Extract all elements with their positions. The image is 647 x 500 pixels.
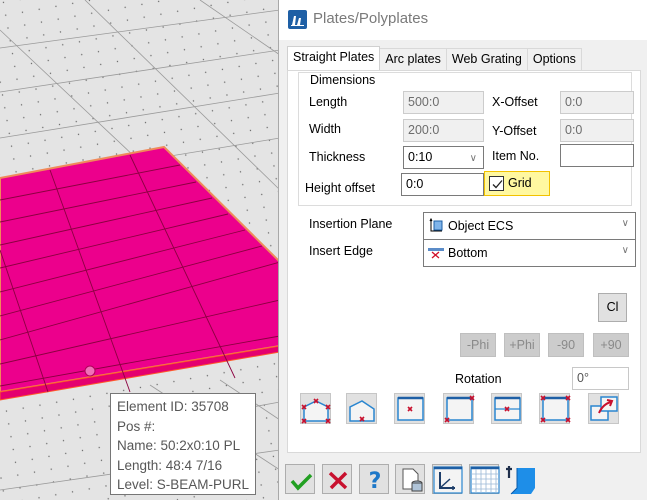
width-label: Width (309, 122, 341, 136)
thickness-dropdown[interactable]: 0:10 ∨ (403, 146, 484, 169)
polygon-all-points-icon (301, 398, 331, 424)
tooltip-element-id: Element ID: 35708 (117, 399, 229, 414)
grip-point (84, 365, 96, 377)
dialog-titlebar[interactable]: Plates/Polyplates (279, 0, 647, 40)
database-button[interactable] (395, 464, 425, 494)
model-viewport[interactable]: Element ID: 35708 Pos #: Name: 50:2x0:10… (0, 0, 280, 500)
insertion-plane-dropdown[interactable]: Object ECS ∨ (423, 212, 636, 240)
insert-edge-value: Bottom (448, 246, 488, 260)
insertion-plane-label: Insertion Plane (309, 217, 393, 231)
four-corners-icon (540, 395, 571, 423)
thickness-label: Thickness (309, 150, 366, 164)
svg-text:?: ? (369, 469, 382, 494)
minus-phi-button[interactable]: -Phi (460, 333, 496, 357)
polygon-bottom-point-icon (349, 400, 375, 422)
straight-plates-panel: Dimensions Length 500:0 Width 200:0 Thic… (287, 70, 641, 453)
width-field[interactable]: 200:0 (403, 119, 484, 142)
dimensions-legend: Dimensions (307, 73, 379, 87)
insert-centerline-button[interactable] (491, 393, 522, 424)
plates-dialog: Plates/Polyplates Straight Plates Arc pl… (278, 0, 647, 500)
item-no-field[interactable] (560, 144, 634, 167)
app-logo-icon (288, 10, 307, 29)
length-label: Length (309, 95, 348, 109)
y-offset-field[interactable]: 0:0 (560, 119, 634, 142)
grid-button[interactable] (469, 464, 500, 494)
y-offset-label: Y-Offset (492, 124, 537, 138)
chevron-down-icon: ∨ (621, 245, 629, 256)
grid-checkbox-highlight[interactable]: Grid (484, 171, 550, 196)
insert-edge-dropdown[interactable]: Bottom ∨ (423, 239, 636, 267)
grid-table-icon (470, 466, 500, 494)
help-icon: ? (369, 469, 382, 494)
plus-90-button[interactable]: +90 (593, 333, 629, 357)
tooltip-level: Level: S-BEAM-PURL (117, 477, 250, 492)
bottom-edge-icon (428, 248, 444, 259)
ok-check-icon (290, 473, 313, 491)
move-copy-icon (590, 396, 618, 421)
insert-four-corners-button[interactable] (539, 393, 571, 424)
insert-center-button[interactable] (394, 393, 425, 424)
grid-label: Grid (508, 176, 532, 190)
height-offset-label: Height offset (305, 181, 375, 195)
thickness-value: 0:10 (408, 150, 433, 164)
insert-polygon-all-button[interactable] (300, 393, 331, 424)
plus-phi-button[interactable]: +Phi (504, 333, 540, 357)
item-no-label: Item No. (492, 149, 540, 163)
insert-diagonal-button[interactable] (443, 393, 475, 424)
x-offset-field[interactable]: 0:0 (560, 91, 634, 114)
tooltip-length: Length: 48:4 7/16 (117, 457, 223, 473)
ucs-axis-icon (433, 466, 463, 494)
insertion-plane-value: Object ECS (448, 219, 514, 233)
x-offset-label: X-Offset (492, 95, 538, 109)
dialog-title: Plates/Polyplates (313, 10, 429, 27)
tab-bar: Straight Plates Arc plates Web Grating O… (287, 46, 582, 70)
help-button[interactable]: ? (359, 464, 389, 494)
move-copy-button[interactable] (588, 393, 619, 424)
cl-button[interactable]: Cl (598, 293, 627, 322)
insert-polygon-bottom-button[interactable] (346, 393, 377, 424)
tooltip-pos: Pos #: (117, 418, 156, 434)
element-tooltip: Element ID: 35708 Pos #: Name: 50:2x0:10… (110, 393, 256, 495)
height-offset-field[interactable]: 0:0 (401, 173, 484, 196)
center-point-icon (397, 396, 424, 421)
database-document-icon (402, 468, 423, 492)
object-ecs-icon (429, 218, 443, 232)
ok-button[interactable] (285, 464, 315, 494)
tab-straight-plates[interactable]: Straight Plates (287, 46, 381, 70)
chevron-down-icon: ∨ (469, 153, 477, 164)
tab-web-grating[interactable]: Web Grating (445, 48, 528, 70)
cancel-button[interactable] (322, 464, 352, 494)
checkmark-icon (492, 180, 503, 189)
center-line-icon (494, 396, 521, 421)
tooltip-name: Name: 50:2x0:10 PL (117, 438, 241, 453)
tab-options[interactable]: Options (526, 48, 582, 70)
plate-3d-button[interactable] (505, 464, 535, 495)
grid-checkbox[interactable] (489, 176, 504, 191)
dialog-footer: ? (279, 459, 647, 500)
rotation-field[interactable]: 0° (572, 367, 629, 390)
diagonal-corners-icon (444, 395, 475, 423)
tab-arc-plates[interactable]: Arc plates (379, 48, 447, 70)
insert-edge-label: Insert Edge (309, 244, 373, 258)
chevron-down-icon: ∨ (621, 218, 629, 229)
plate-3d-icon (506, 466, 535, 495)
ucs-button[interactable] (432, 464, 463, 494)
cancel-x-icon (328, 471, 348, 490)
minus-90-button[interactable]: -90 (548, 333, 584, 357)
length-field[interactable]: 500:0 (403, 91, 484, 114)
rotation-label: Rotation (455, 372, 502, 386)
